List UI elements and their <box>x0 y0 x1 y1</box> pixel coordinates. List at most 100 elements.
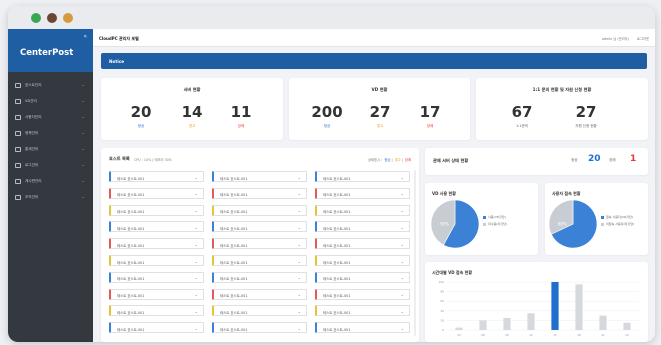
host-list-title: 호스트 목록 <box>109 156 130 161</box>
vd-usage-card: VD 사용 현황 58% 사용(VD할당) 미사용(미할당) <box>425 183 538 255</box>
summary-fault-value[interactable]: 1 <box>630 154 636 164</box>
window-maximize-button[interactable] <box>31 13 41 23</box>
host-select[interactable]: 테스트 호스트-001 ⌄ <box>315 255 410 266</box>
sidebar-collapse-icon[interactable]: « <box>83 33 87 40</box>
resource-request-stat[interactable]: 27 자원 신청 현황 <box>566 104 606 129</box>
host-select[interactable]: 테스트 호스트-001 ⌄ <box>315 221 410 233</box>
server-warning-stat[interactable]: 14 경고 <box>172 104 212 129</box>
host-select[interactable]: 테스트 호스트-001 ⌄ <box>212 322 307 334</box>
host-select[interactable]: 테스트 호스트-001 ⌄ <box>109 255 204 266</box>
policy-icon <box>15 131 21 136</box>
sidebar-item-5[interactable]: 로그관리 ⌄ <box>8 158 93 174</box>
inquiry-stat[interactable]: 67 1:1문의 <box>502 104 542 129</box>
sidebar-item-0[interactable]: 호스트관리 ⌄ <box>8 78 93 94</box>
bar[interactable] <box>503 318 511 330</box>
host-select[interactable]: 테스트 호스트-001 ⌄ <box>109 271 204 283</box>
status-legend-prefix: 상태표시 : <box>367 157 383 162</box>
bar[interactable] <box>551 282 559 330</box>
server-fault-stat[interactable]: 11 장애 <box>221 104 261 129</box>
chevron-down-icon: ⌄ <box>400 191 404 197</box>
chevron-down-icon: ⌄ <box>400 224 404 230</box>
brand-logo[interactable]: CenterPost <box>20 48 73 58</box>
host-select[interactable]: 테스트 호스트-001 ⌄ <box>212 187 307 199</box>
x-tick-label: 03 <box>457 333 461 337</box>
host-select-label: 테스트 호스트-001 <box>220 243 248 248</box>
host-select[interactable]: 테스트 호스트-001 ⌄ <box>109 322 204 334</box>
host-list-card: 호스트 목록 CPU : 10% | 메모리 50% 상태표시 : 정상 | 경… <box>101 148 419 342</box>
host-select-label: 테스트 호스트-001 <box>117 327 145 332</box>
window-titlebar <box>8 6 655 29</box>
host-select[interactable]: 테스트 호스트-001 ⌄ <box>212 171 307 182</box>
host-select[interactable]: 테스트 호스트-001 ⌄ <box>109 238 204 250</box>
host-select[interactable]: 테스트 호스트-001 ⌄ <box>212 271 307 283</box>
host-select[interactable]: 테스트 호스트-001 ⌄ <box>109 221 204 233</box>
bar[interactable] <box>599 315 607 330</box>
host-select[interactable]: 테스트 호스트-001 ⌄ <box>315 204 410 216</box>
host-select[interactable]: 테스트 호스트-001 ⌄ <box>315 322 410 334</box>
pie-percent-label: 58% <box>440 222 449 227</box>
host-select[interactable]: 테스트 호스트-001 ⌄ <box>315 238 410 250</box>
host-select[interactable]: 테스트 호스트-001 ⌄ <box>109 204 204 216</box>
host-select[interactable]: 테스트 호스트-001 ⌄ <box>212 238 307 250</box>
chevron-down-icon: ⌄ <box>81 82 85 87</box>
vd-warning-value: 27 <box>369 103 391 121</box>
vd-usage-chart: 58% <box>430 199 480 249</box>
host-select[interactable]: 테스트 호스트-001 ⌄ <box>109 187 204 199</box>
sidebar-item-1[interactable]: VD관리 ⌄ <box>8 94 93 110</box>
host-select[interactable]: 테스트 호스트-001 ⌄ <box>109 171 204 182</box>
host-select[interactable]: 테스트 호스트-001 ⌄ <box>212 255 307 266</box>
sidebar-item-7[interactable]: 조직관리 ⌄ <box>8 190 93 206</box>
sidebar-item-label: 호스트관리 <box>25 83 42 87</box>
vd-normal-value: 200 <box>311 103 343 121</box>
host-select[interactable]: 테스트 호스트-001 ⌄ <box>212 305 307 317</box>
host-select[interactable]: 테스트 호스트-001 ⌄ <box>315 171 410 182</box>
bar[interactable] <box>479 320 487 330</box>
vd-warning-stat[interactable]: 27 경고 <box>360 104 400 129</box>
host-select[interactable]: 테스트 호스트-001 ⌄ <box>315 187 410 199</box>
x-tick-label: 15 <box>553 333 557 337</box>
vd-usage-legend-used: 사용(VD할당) <box>483 215 506 219</box>
user-info[interactable]: admin 님 (관리자) <box>602 36 629 41</box>
summary-normal-value[interactable]: 20 <box>588 154 601 164</box>
host-select-label: 테스트 호스트-001 <box>323 310 351 315</box>
chevron-down-icon: ⌄ <box>297 292 301 298</box>
window-minimize-button[interactable] <box>47 13 57 23</box>
chevron-down-icon: ⌄ <box>81 162 85 167</box>
host-select-label: 테스트 호스트-001 <box>323 327 351 332</box>
users-icon <box>15 115 21 120</box>
notice-bar[interactable]: Notice <box>101 53 647 69</box>
host-select[interactable]: 테스트 호스트-001 ⌄ <box>109 305 204 317</box>
chevron-down-icon: ⌄ <box>81 146 85 151</box>
user-access-legend-disconnected-label: 미접속 사용자(미할당) <box>606 222 635 226</box>
sidebar-item-4[interactable]: 통계관리 ⌄ <box>8 142 93 158</box>
host-list-scrollbar[interactable] <box>414 170 416 336</box>
sidebar-item-label: 사용자관리 <box>25 115 42 119</box>
y-tick-label: 0 <box>442 328 444 332</box>
bar[interactable] <box>575 284 583 330</box>
vd-usage-pie[interactable]: 58% <box>430 199 480 249</box>
host-select[interactable]: 테스트 호스트-001 ⌄ <box>212 204 307 216</box>
sidebar-item-6[interactable]: 게시판관리 ⌄ <box>8 174 93 190</box>
vd-normal-stat[interactable]: 200 정상 <box>307 104 347 129</box>
user-access-pie[interactable]: 68% <box>548 199 598 249</box>
sidebar-item-2[interactable]: 사용자관리 ⌄ <box>8 110 93 126</box>
chevron-down-icon: ⌄ <box>400 325 404 331</box>
chevron-down-icon: ⌄ <box>194 241 198 247</box>
vd-fault-stat[interactable]: 17 장애 <box>410 104 450 129</box>
host-select[interactable]: 테스트 호스트-001 ⌄ <box>315 305 410 317</box>
bar[interactable] <box>623 322 631 330</box>
window-close-button[interactable] <box>63 13 73 23</box>
host-select[interactable]: 테스트 호스트-001 ⌄ <box>315 271 410 283</box>
host-select[interactable]: 테스트 호스트-001 ⌄ <box>315 288 410 300</box>
sidebar-item-3[interactable]: 정책관리 ⌄ <box>8 126 93 142</box>
bar[interactable] <box>527 313 535 330</box>
hourly-access-card: 시간대별 VD 접속 현황 0 20 40 60 80 100 03 06 09 12 15 18 21… <box>425 262 648 342</box>
host-select[interactable]: 테스트 호스트-001 ⌄ <box>212 288 307 300</box>
vd-usage-legend-unused: 미사용(미할당) <box>483 222 507 226</box>
x-tick-label: 09 <box>505 333 509 337</box>
host-select[interactable]: 테스트 호스트-001 ⌄ <box>109 288 204 300</box>
bar[interactable] <box>455 327 463 330</box>
server-normal-stat[interactable]: 20 정상 <box>121 104 161 129</box>
logout-link[interactable]: 로그아웃 <box>637 36 649 41</box>
host-select[interactable]: 테스트 호스트-001 ⌄ <box>212 221 307 233</box>
